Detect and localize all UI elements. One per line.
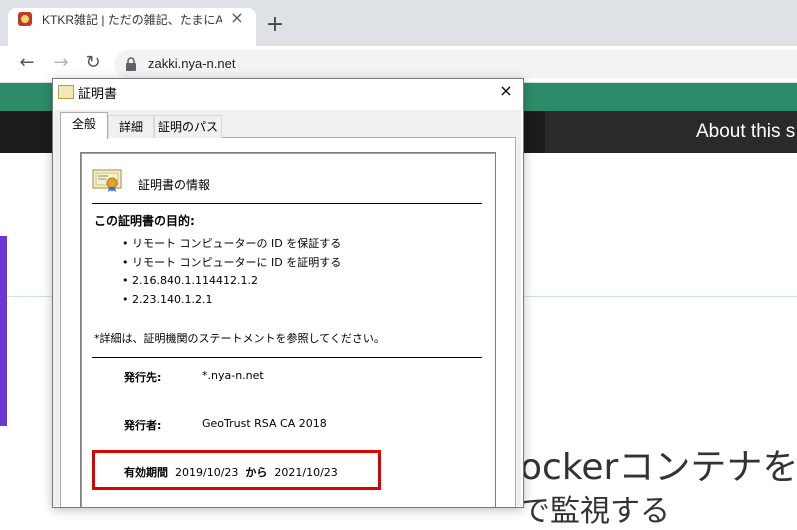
issuer-statement-note: *詳細は、証明機関のステートメントを参照してください。 <box>94 332 385 345</box>
issued-to-label: 発行先: <box>124 371 162 384</box>
tab-close-button[interactable]: × <box>228 9 246 27</box>
back-button[interactable]: ← <box>14 50 40 76</box>
tab-certification-path[interactable]: 証明のパス <box>154 115 222 138</box>
purpose-item: • 2.16.840.1.114412.1.2 <box>122 274 258 287</box>
divider <box>92 357 482 358</box>
site-article-subheading: で監視する <box>520 494 670 529</box>
site-nav-about-link[interactable]: About this s <box>696 121 795 143</box>
certificate-info-title: 証明書の情報 <box>138 178 211 192</box>
tab-details[interactable]: 詳細 <box>108 115 154 138</box>
issued-to-value: *.nya-n.net <box>202 369 264 382</box>
purpose-heading: この証明書の目的: <box>94 214 195 228</box>
site-sidebar-edge <box>0 236 7 426</box>
new-tab-button[interactable]: + <box>262 12 288 38</box>
issued-by-label: 発行者: <box>124 419 162 432</box>
validity-highlight-box <box>92 450 381 490</box>
url-text[interactable]: zakki.nya-n.net <box>148 56 235 72</box>
issued-by-value: GeoTrust RSA CA 2018 <box>202 417 327 430</box>
purpose-item: • 2.23.140.1.2.1 <box>122 293 213 306</box>
tab-favicon-icon <box>18 12 32 26</box>
purpose-item: • リモート コンピューターに ID を証明する <box>122 256 342 269</box>
tab-general[interactable]: 全般 <box>60 112 108 139</box>
purpose-item: • リモート コンピューターの ID を保証する <box>122 237 342 250</box>
certificate-icon <box>92 168 122 192</box>
tab-title[interactable]: KTKR雑記 | ただの雑記、たまにAzure <box>42 11 222 27</box>
divider <box>92 203 482 204</box>
site-article-heading[interactable]: ockerコンテナをA <box>520 438 797 490</box>
lock-icon[interactable] <box>124 56 138 72</box>
certificate-icon <box>58 85 74 99</box>
dialog-title: 証明書 <box>78 87 118 102</box>
reload-button[interactable]: ↻ <box>80 50 106 76</box>
forward-button[interactable]: → <box>48 50 74 76</box>
dialog-close-button[interactable]: × <box>497 82 515 100</box>
